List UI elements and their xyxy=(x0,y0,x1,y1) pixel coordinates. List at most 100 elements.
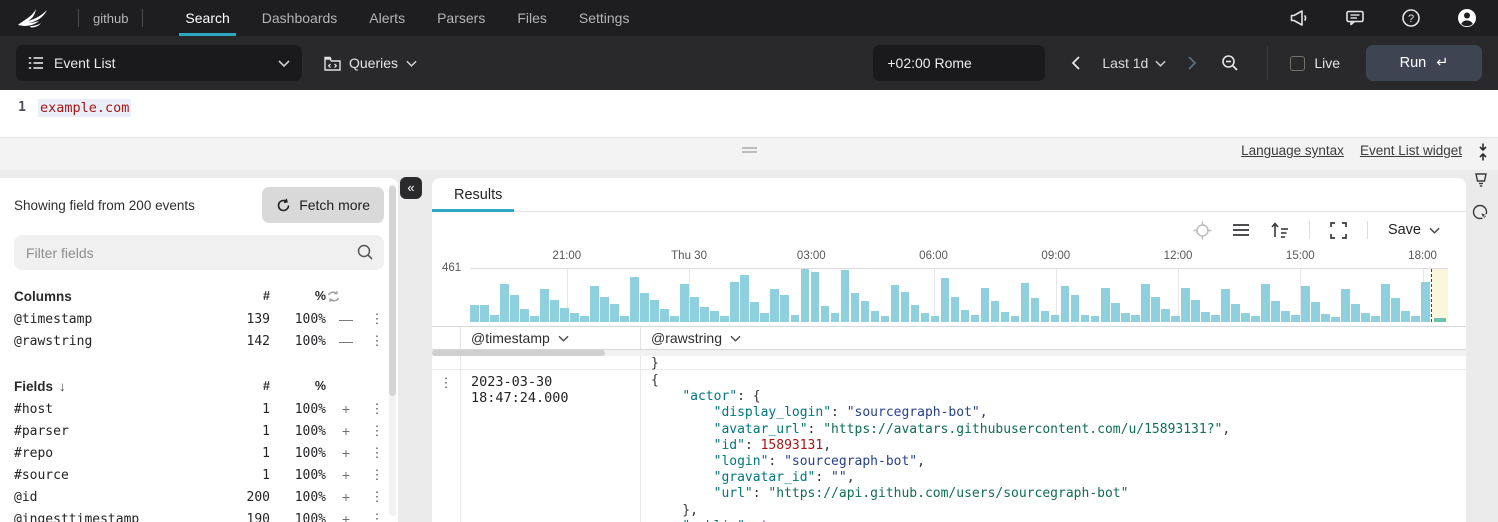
field-kebab-menu[interactable]: ⋮ xyxy=(366,423,388,439)
histogram-bar[interactable] xyxy=(640,293,649,322)
histogram-bar[interactable] xyxy=(760,313,769,322)
histogram-bar[interactable] xyxy=(1251,316,1260,322)
sync-columns-icon[interactable] xyxy=(326,290,366,303)
histogram-bar[interactable] xyxy=(1261,284,1270,322)
field-action-button[interactable]: — xyxy=(326,311,366,327)
histogram-bar[interactable] xyxy=(590,286,599,322)
histogram-bar[interactable] xyxy=(921,313,930,322)
histogram-bar[interactable] xyxy=(971,315,980,322)
histogram-bar[interactable] xyxy=(891,285,900,322)
histogram-bar[interactable] xyxy=(1081,315,1090,322)
histogram-bar[interactable] xyxy=(881,316,890,322)
histogram-bar[interactable] xyxy=(1151,297,1160,322)
field-kebab-menu[interactable]: ⋮ xyxy=(366,401,388,417)
field-action-button[interactable]: + xyxy=(326,401,366,417)
histogram-bar[interactable] xyxy=(720,316,729,322)
histogram-bar[interactable] xyxy=(750,302,759,322)
fullscreen-icon[interactable] xyxy=(1330,222,1347,239)
histogram-bar[interactable] xyxy=(1041,311,1050,322)
nav-item-settings[interactable]: Settings xyxy=(563,0,646,36)
field-row[interactable]: @ingesttimestamp 190 100% + ⋮ xyxy=(0,508,398,522)
field-kebab-menu[interactable]: ⋮ xyxy=(366,311,388,327)
histogram-bar[interactable] xyxy=(821,306,830,322)
histogram-bar[interactable] xyxy=(580,316,589,322)
histogram-bar[interactable] xyxy=(1011,316,1020,322)
field-row[interactable]: @rawstring 142 100% — ⋮ xyxy=(0,330,398,352)
zoom-out-time-icon[interactable] xyxy=(1221,54,1239,72)
histogram-bar[interactable] xyxy=(1091,316,1100,322)
field-kebab-menu[interactable]: ⋮ xyxy=(366,467,388,483)
column-header-rawstring[interactable]: @rawstring xyxy=(640,327,1466,349)
table-horizontal-scrollbar[interactable] xyxy=(432,350,1466,356)
nav-item-search[interactable]: Search xyxy=(169,0,245,36)
histogram-bar[interactable] xyxy=(660,309,669,322)
nav-item-alerts[interactable]: Alerts xyxy=(353,0,421,36)
histogram-bar[interactable] xyxy=(911,305,920,322)
field-row[interactable]: #parser 1 100% + ⋮ xyxy=(0,420,398,442)
histogram-bar[interactable] xyxy=(1421,282,1430,322)
help-icon[interactable]: ? xyxy=(1400,7,1422,29)
histogram-bar[interactable] xyxy=(490,315,499,322)
view-selector-dropdown[interactable]: Event List xyxy=(16,45,302,81)
histogram-bar[interactable] xyxy=(560,308,569,322)
histogram-bar[interactable] xyxy=(931,316,940,322)
scrollbar-thumb[interactable] xyxy=(432,350,605,356)
histogram-bar[interactable] xyxy=(480,305,489,322)
histogram-bar[interactable] xyxy=(1381,284,1390,323)
histogram-bar[interactable] xyxy=(540,289,549,322)
histogram-bar[interactable] xyxy=(1221,289,1230,322)
histogram-bar[interactable] xyxy=(1001,312,1010,322)
histogram-bar[interactable] xyxy=(610,304,619,322)
histogram-bar[interactable] xyxy=(841,270,850,322)
histogram-bar[interactable] xyxy=(1201,312,1210,322)
time-back-button[interactable] xyxy=(1071,56,1080,70)
histogram-bar[interactable] xyxy=(991,301,1000,322)
histogram-bar[interactable] xyxy=(1371,316,1380,322)
histogram-bar[interactable] xyxy=(871,311,880,322)
histogram-bar[interactable] xyxy=(941,278,950,322)
histogram-bar[interactable] xyxy=(981,288,990,322)
histogram-bar[interactable] xyxy=(690,297,699,322)
announcements-icon[interactable] xyxy=(1288,7,1310,29)
histogram-bar[interactable] xyxy=(740,275,749,322)
histogram-bar[interactable] xyxy=(1231,304,1240,322)
account-avatar-icon[interactable] xyxy=(1456,7,1478,29)
sort-descending-icon[interactable]: ↓ xyxy=(59,379,66,394)
histogram-bar[interactable] xyxy=(811,272,820,322)
histogram-bar[interactable] xyxy=(1141,284,1150,323)
field-action-button[interactable]: + xyxy=(326,489,366,505)
histogram-bar[interactable] xyxy=(1361,313,1370,322)
event-row[interactable]: ⋮ 2023-03-30 18:47:24.000 { "actor": { "… xyxy=(432,369,1466,522)
histogram-bar[interactable] xyxy=(1301,286,1310,322)
queries-dropdown[interactable]: Queries xyxy=(324,55,417,71)
field-kebab-menu[interactable]: ⋮ xyxy=(366,489,388,505)
histogram-bar[interactable] xyxy=(1321,314,1330,322)
save-dropdown[interactable]: Save xyxy=(1388,222,1440,238)
field-row[interactable]: #repo 1 100% + ⋮ xyxy=(0,442,398,464)
field-action-button[interactable]: — xyxy=(326,333,366,349)
histogram-bar[interactable] xyxy=(700,307,709,322)
histogram-bar[interactable] xyxy=(1341,289,1350,322)
resize-drag-handle[interactable] xyxy=(742,147,757,153)
histogram-bar[interactable] xyxy=(510,295,519,322)
nav-item-dashboards[interactable]: Dashboards xyxy=(246,0,354,36)
histogram-bar[interactable] xyxy=(1391,298,1400,322)
histogram-bar[interactable] xyxy=(1061,286,1070,322)
histogram-bar[interactable] xyxy=(1281,311,1290,322)
histogram-bar[interactable] xyxy=(1021,283,1030,322)
field-action-button[interactable]: + xyxy=(326,423,366,439)
query-text-line[interactable]: example.com xyxy=(38,90,131,116)
histogram-bar[interactable] xyxy=(1411,316,1420,322)
histogram-bar[interactable] xyxy=(600,297,609,322)
histogram-bar[interactable] xyxy=(831,313,840,322)
histogram-bar[interactable] xyxy=(801,269,810,322)
histogram-bar[interactable] xyxy=(670,316,679,322)
histogram-bar[interactable] xyxy=(1241,313,1250,322)
live-toggle[interactable]: Live xyxy=(1290,55,1340,71)
live-checkbox[interactable] xyxy=(1290,56,1305,71)
histogram-bar[interactable] xyxy=(570,313,579,322)
timezone-selector[interactable]: +02:00 Rome xyxy=(873,45,1045,81)
feedback-icon[interactable] xyxy=(1344,7,1366,29)
histogram-bar[interactable] xyxy=(550,300,559,322)
histogram-bar[interactable] xyxy=(1401,311,1410,322)
